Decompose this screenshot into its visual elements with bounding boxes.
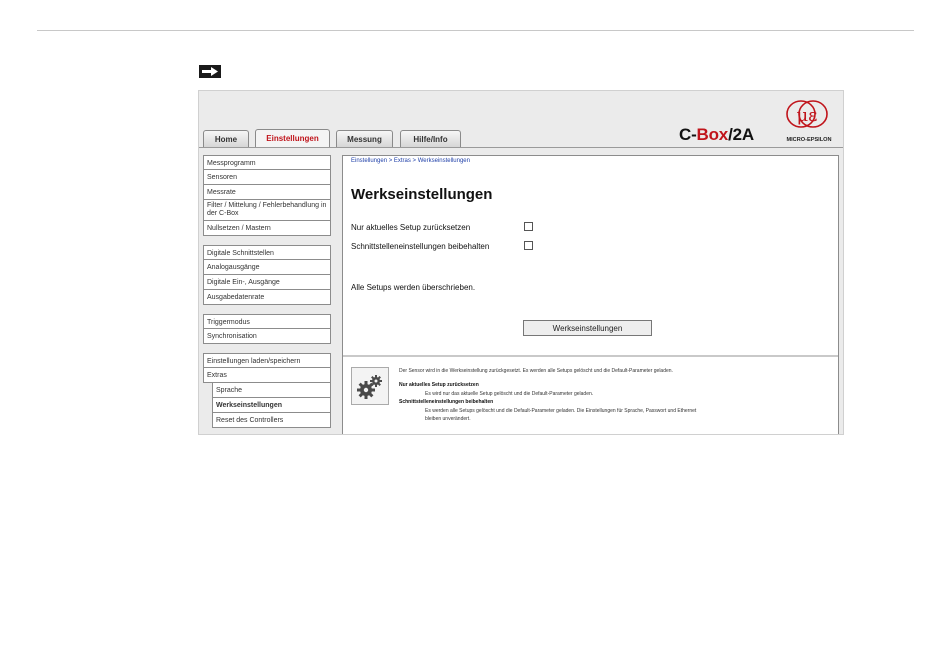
sidebar-item-sensoren[interactable]: Sensoren [203, 170, 331, 185]
settings-sidebar: Messprogramm Sensoren Messrate Filter / … [203, 155, 331, 434]
help-text-keep-interface-2: bleiben unverändert. [425, 416, 471, 422]
sidebar-item-nullsetzen[interactable]: Nullsetzen / Mastern [203, 221, 331, 236]
sidebar-item-reset-controller[interactable]: Reset des Controllers [212, 413, 331, 428]
sidebar-item-sprache[interactable]: Sprache [212, 383, 331, 398]
sidebar-group-trigger: Triggermodus Synchronisation [203, 314, 331, 344]
option-reset-current-label: Nur aktuelles Setup zurücksetzen [351, 223, 471, 232]
app-window: Home Einstellungen Messung Hilfe/Info C-… [198, 90, 844, 435]
sidebar-item-synchronisation[interactable]: Synchronisation [203, 329, 331, 344]
option-keep-interface-checkbox[interactable] [524, 241, 533, 250]
svg-text:μɛ: μɛ [796, 105, 817, 126]
help-heading-reset-current: Nur aktuelles Setup zurücksetzen [399, 382, 479, 388]
sidebar-item-digitale-schnittstellen[interactable]: Digitale Schnittstellen [203, 245, 331, 260]
option-keep-interface-label: Schnittstelleneinstellungen beibehalten [351, 242, 490, 251]
werkseinstellungen-button[interactable]: Werkseinstellungen [523, 320, 652, 336]
help-divider [343, 355, 838, 357]
breadcrumb[interactable]: Einstellungen > Extras > Werkseinstellun… [351, 158, 470, 164]
overwrite-notice: Alle Setups werden überschrieben. [351, 283, 476, 292]
sidebar-group-measurement: Messprogramm Sensoren Messrate Filter / … [203, 155, 331, 236]
product-name: C-Box/2A [679, 125, 754, 144]
sidebar-item-ausgabedatenrate[interactable]: Ausgabedatenrate [203, 290, 331, 305]
sidebar-item-werkseinstellungen[interactable]: Werkseinstellungen [212, 398, 331, 413]
tab-home[interactable]: Home [203, 130, 249, 147]
tab-hilfe-info[interactable]: Hilfe/Info [400, 130, 461, 147]
tab-messung[interactable]: Messung [336, 130, 393, 147]
sidebar-item-triggermodus[interactable]: Triggermodus [203, 314, 331, 329]
sidebar-item-extras[interactable]: Extras [203, 368, 331, 383]
tab-bar-divider [199, 147, 843, 148]
tab-einstellungen[interactable]: Einstellungen [255, 129, 330, 148]
help-heading-keep-interface: Schnittstelleneinstellungen beibehalten [399, 399, 494, 405]
sidebar-item-analogausgaenge[interactable]: Analogausgänge [203, 260, 331, 275]
sidebar-item-messprogramm[interactable]: Messprogramm [203, 155, 331, 170]
help-text-keep-interface-1: Es werden alle Setups gelöscht und die D… [425, 408, 697, 414]
page-title: Werkseinstellungen [351, 186, 493, 203]
svg-text:MICRO-EPSILON: MICRO-EPSILON [786, 137, 831, 143]
help-text-reset-current: Es wird nur das aktuelle Setup gelöscht … [425, 391, 594, 397]
micro-epsilon-logo: μɛ MICRO-EPSILON [777, 97, 843, 145]
option-reset-current-checkbox[interactable] [524, 222, 533, 231]
sidebar-item-digitale-ein-ausgaenge[interactable]: Digitale Ein-, Ausgänge [203, 275, 331, 290]
help-intro: Der Sensor wird in die Werkseinstellung … [399, 368, 673, 374]
gears-icon [351, 367, 389, 405]
sidebar-group-outputs: Digitale Schnittstellen Analogausgänge D… [203, 245, 331, 305]
header-divider [37, 30, 914, 31]
sidebar-item-einstellungen-laden[interactable]: Einstellungen laden/speichern [203, 353, 331, 368]
sidebar-group-extras: Einstellungen laden/speichern Extras Spr… [203, 353, 331, 428]
sidebar-item-filter[interactable]: Filter / Mittelung / Fehlerbehandlung in… [203, 200, 331, 221]
arrow-right-icon [199, 65, 221, 78]
sidebar-item-messrate[interactable]: Messrate [203, 185, 331, 200]
content-panel: Einstellungen > Extras > Werkseinstellun… [342, 155, 839, 434]
